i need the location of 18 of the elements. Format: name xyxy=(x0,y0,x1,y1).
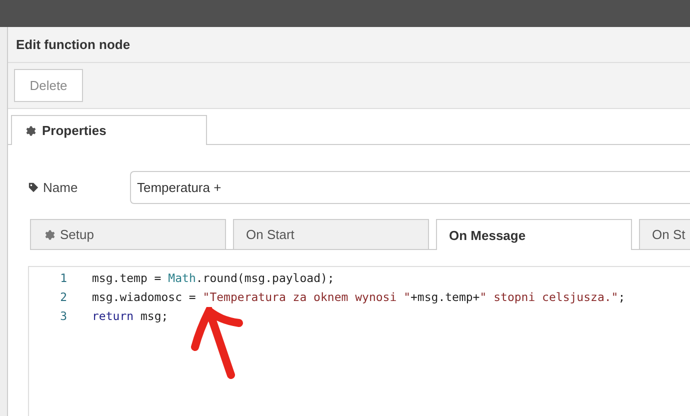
tag-icon xyxy=(28,182,39,193)
editor-tab[interactable]: Setup xyxy=(30,219,226,249)
code-line: return msg; xyxy=(92,308,168,322)
properties-tab[interactable]: Properties xyxy=(11,115,207,145)
panel-title: Edit function node xyxy=(16,37,130,52)
name-label: Name xyxy=(43,180,78,195)
editor-tab[interactable]: On Message xyxy=(436,219,632,250)
editor-tab[interactable]: On Start xyxy=(233,219,429,249)
line-number: 3 xyxy=(59,308,67,322)
code-line: msg.temp = Math.round(msg.payload); xyxy=(92,270,334,284)
name-input-field[interactable]: Temperatura + xyxy=(130,171,690,204)
code-line: msg.wiadomosc = "Temperatura za oknem wynosi "+msg.temp+" stopni celsjusza."; xyxy=(92,290,626,304)
editor-tab[interactable]: On St xyxy=(639,219,690,249)
line-number: 2 xyxy=(59,290,67,304)
gear-icon xyxy=(43,228,55,240)
code-editor[interactable]: 1 msg.temp = Math.round(msg.payload); 2 msg.wiadomosc = "Temperatura za oknem wynosi "+msg.temp+" stopni celsjusza."; 3 return msg; xyxy=(28,266,690,416)
gear-icon xyxy=(24,124,36,136)
line-number: 1 xyxy=(59,270,67,284)
